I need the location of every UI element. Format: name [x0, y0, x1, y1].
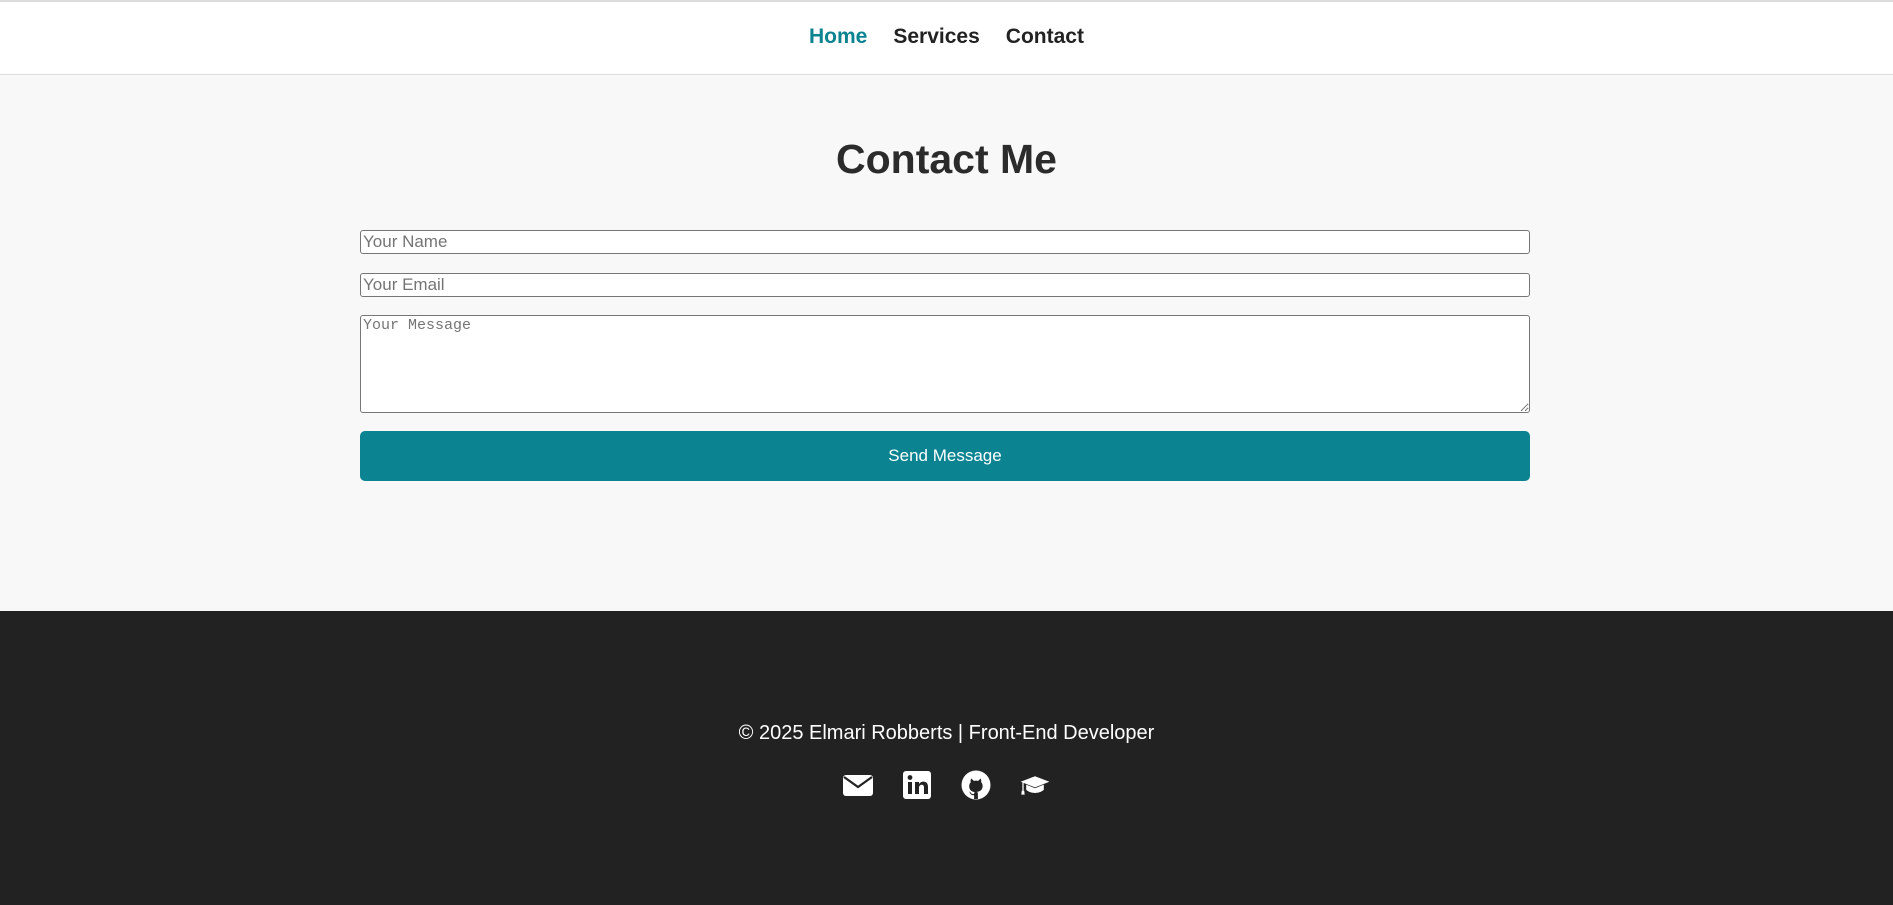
envelope-icon[interactable] [842, 769, 874, 801]
email-field[interactable] [360, 273, 1530, 297]
main-nav: Home Services Contact [809, 25, 1084, 49]
copyright-text: © 2025 Elmari Robberts | Front-End Devel… [738, 722, 1155, 744]
message-field[interactable] [360, 315, 1530, 413]
social-links [0, 769, 1893, 801]
contact-form: Send Message [360, 230, 1530, 481]
linkedin-icon[interactable] [901, 769, 933, 801]
send-message-button[interactable]: Send Message [360, 431, 1530, 481]
graduation-cap-icon[interactable] [1019, 769, 1051, 801]
github-icon[interactable] [960, 769, 992, 801]
nav-link-contact[interactable]: Contact [1006, 25, 1084, 49]
nav-link-services[interactable]: Services [893, 25, 979, 49]
contact-section: Contact Me Send Message [0, 75, 1893, 611]
site-header: Home Services Contact [0, 2, 1893, 75]
name-field[interactable] [360, 230, 1530, 254]
page-title: Contact Me [836, 136, 1057, 182]
site-footer: © 2025 Elmari Robberts | Front-End Devel… [0, 611, 1893, 905]
nav-link-home[interactable]: Home [809, 25, 867, 49]
